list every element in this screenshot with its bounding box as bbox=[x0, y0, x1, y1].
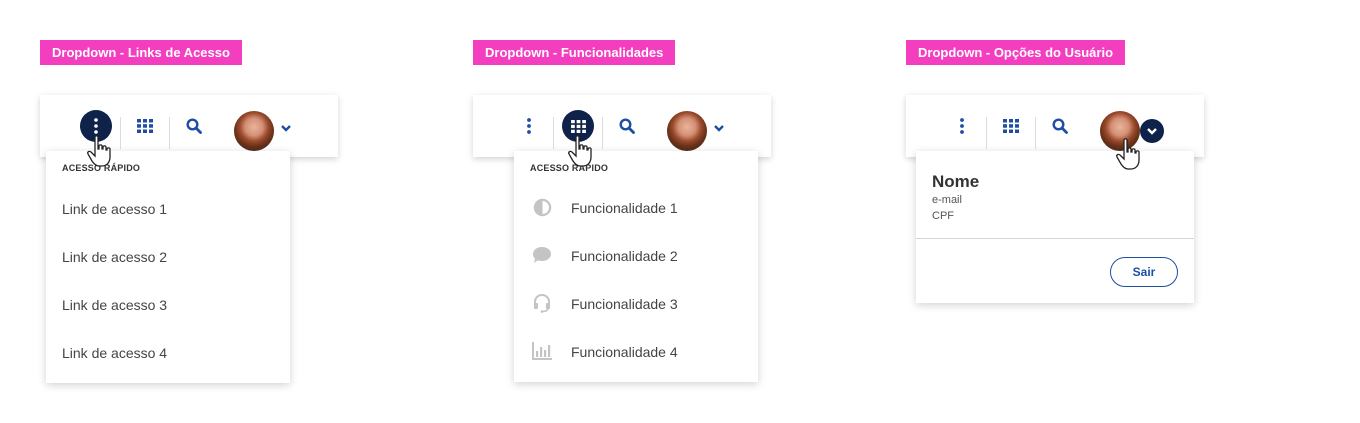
apps-button[interactable] bbox=[135, 95, 155, 157]
dropdown-links-de-acesso: ACESSO RÁPIDO Link de acesso 1 Link de a… bbox=[46, 151, 290, 383]
menu-link-1[interactable]: Link de acesso 1 bbox=[62, 201, 167, 217]
label-opcoes-do-usuario: Dropdown - Opções do Usuário bbox=[906, 40, 1126, 65]
logout-button[interactable]: Sair bbox=[1110, 257, 1178, 287]
menu-funcionalidade-2[interactable]: Funcionalidade 2 bbox=[571, 248, 678, 264]
header-bar-links bbox=[40, 95, 338, 157]
search-icon bbox=[619, 118, 635, 134]
chat-bubble-icon bbox=[532, 245, 552, 265]
hand-cursor-icon bbox=[87, 135, 111, 167]
menu-link-2[interactable]: Link de acesso 2 bbox=[62, 249, 167, 265]
more-button[interactable] bbox=[952, 95, 972, 157]
search-button[interactable] bbox=[184, 95, 204, 157]
menu-funcionalidade-3[interactable]: Funcionalidade 3 bbox=[571, 296, 678, 312]
menu-divider bbox=[916, 238, 1194, 239]
hand-cursor-icon bbox=[1116, 138, 1140, 170]
apps-grid-icon bbox=[137, 119, 153, 133]
dropdown-funcionalidades: ACESSO RÁPIDO Funcionalidade 1 Funcional… bbox=[514, 151, 758, 382]
more-vertical-icon bbox=[527, 118, 531, 134]
chevron-down-icon[interactable] bbox=[712, 121, 726, 135]
user-cpf: CPF bbox=[932, 210, 954, 222]
header-divider bbox=[1035, 117, 1036, 149]
header-divider bbox=[602, 117, 603, 149]
header-divider bbox=[169, 117, 170, 149]
avatar[interactable] bbox=[234, 111, 274, 151]
search-icon bbox=[1052, 118, 1068, 134]
dropdown-opcoes-do-usuario: Nome e-mail CPF Sair bbox=[916, 151, 1194, 303]
menu-link-3[interactable]: Link de acesso 3 bbox=[62, 297, 167, 313]
header-divider bbox=[986, 117, 987, 149]
search-button[interactable] bbox=[617, 95, 637, 157]
header-divider bbox=[120, 117, 121, 149]
avatar[interactable] bbox=[667, 111, 707, 151]
headset-icon bbox=[532, 293, 552, 313]
menu-funcionalidade-1[interactable]: Funcionalidade 1 bbox=[571, 200, 678, 216]
user-name: Nome bbox=[932, 172, 980, 191]
menu-funcionalidade-4[interactable]: Funcionalidade 4 bbox=[571, 344, 678, 360]
more-vertical-icon bbox=[960, 118, 964, 134]
label-funcionalidades: Dropdown - Funcionalidades bbox=[473, 40, 676, 65]
user-email: e-mail bbox=[932, 194, 962, 206]
apps-button[interactable] bbox=[1001, 95, 1021, 157]
hand-cursor-icon bbox=[568, 135, 592, 167]
more-button[interactable] bbox=[519, 95, 539, 157]
header-divider bbox=[553, 117, 554, 149]
header-bar-funcionalidades bbox=[473, 95, 771, 157]
chevron-down-icon[interactable] bbox=[279, 121, 293, 135]
bar-chart-icon bbox=[532, 341, 552, 361]
menu-link-4[interactable]: Link de acesso 4 bbox=[62, 345, 167, 361]
search-icon bbox=[186, 118, 202, 134]
label-links-de-acesso: Dropdown - Links de Acesso bbox=[40, 40, 242, 65]
contrast-icon bbox=[532, 197, 552, 217]
apps-grid-icon bbox=[1003, 119, 1019, 133]
search-button[interactable] bbox=[1050, 95, 1070, 157]
